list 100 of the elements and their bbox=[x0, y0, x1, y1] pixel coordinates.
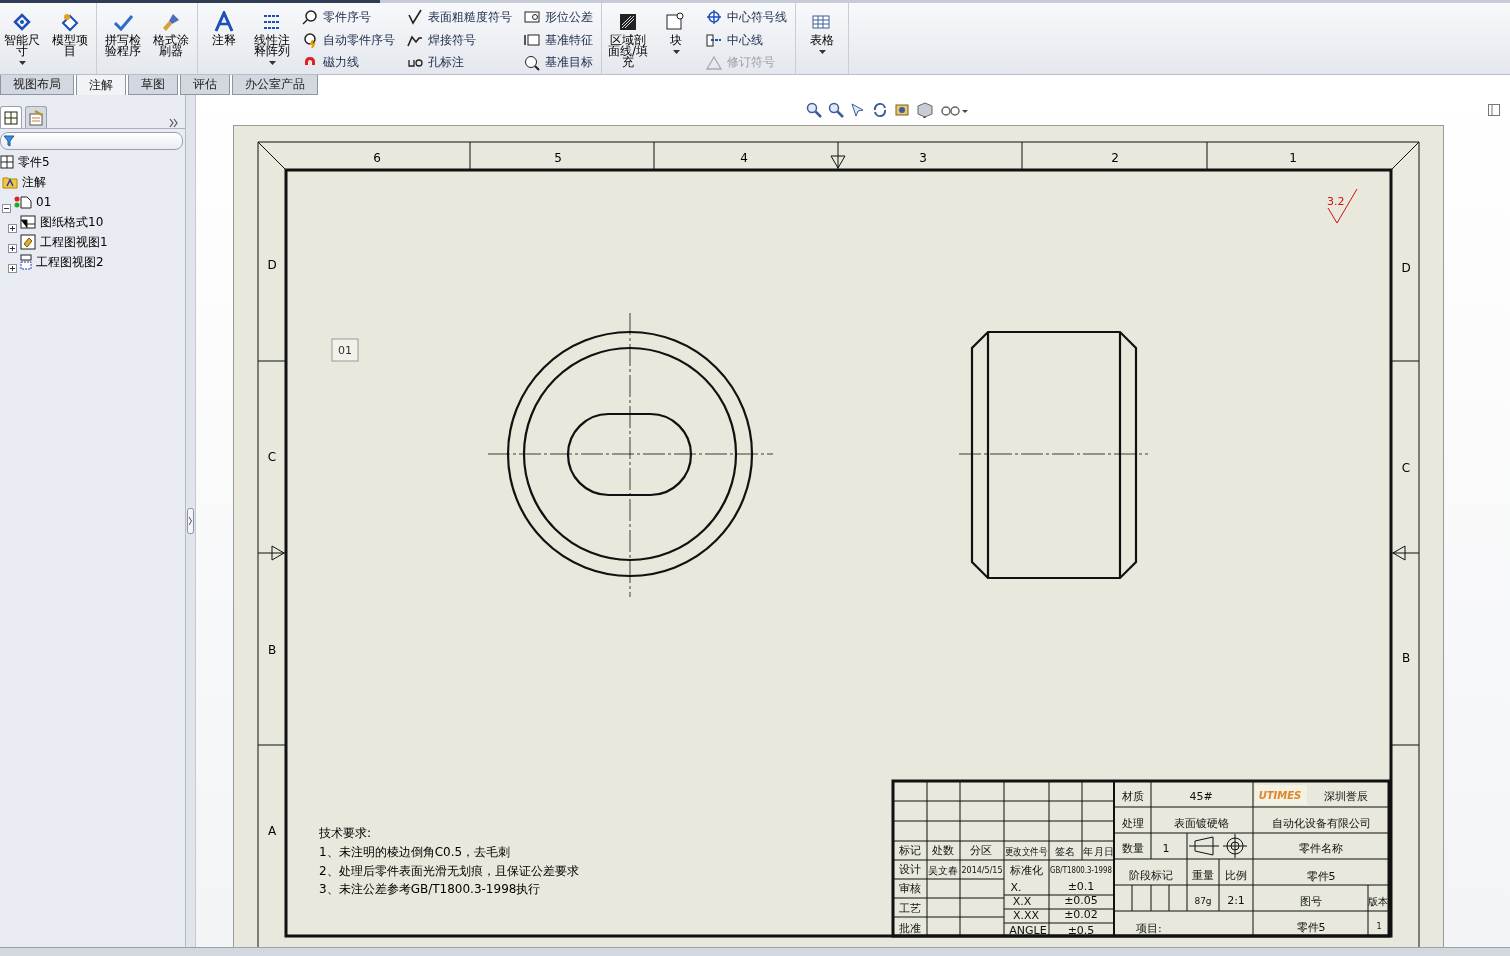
zoom-icon[interactable] bbox=[828, 102, 844, 118]
title-block-text: 设计 bbox=[899, 863, 921, 876]
ribbon-button[interactable]: 焊接符号 bbox=[403, 28, 516, 52]
title-block-text: 标记 bbox=[899, 844, 921, 857]
tree-item[interactable]: 工程图视图2 bbox=[20, 253, 104, 271]
title-block-text: ±0.1 bbox=[1067, 880, 1095, 893]
crosshair-icon[interactable] bbox=[706, 9, 722, 26]
properties-tab[interactable] bbox=[25, 106, 47, 128]
tree-item[interactable]: 01 bbox=[14, 195, 52, 209]
ribbon-button[interactable]: 自动零件序号 bbox=[298, 28, 399, 52]
expand-icon[interactable] bbox=[8, 243, 17, 253]
view-icon bbox=[20, 234, 36, 250]
zone-letter: B bbox=[267, 643, 277, 657]
roughness-icon[interactable] bbox=[407, 9, 423, 26]
zone-letter: D bbox=[267, 258, 277, 272]
title-block-text: X.XX bbox=[1012, 909, 1040, 922]
display-icon[interactable] bbox=[894, 102, 910, 118]
centerline-icon[interactable] bbox=[706, 32, 722, 48]
zone-letter: C bbox=[267, 450, 277, 464]
title-block-text: X. bbox=[1010, 881, 1022, 894]
refresh-icon[interactable] bbox=[872, 102, 888, 118]
caret-icon[interactable] bbox=[18, 61, 26, 65]
ribbon-button[interactable]: 格式涂刷器 bbox=[149, 3, 193, 74]
ribbon-tab[interactable]: 注解 bbox=[76, 75, 126, 95]
ribbon-button[interactable]: 表格 bbox=[800, 3, 844, 74]
title-block-text: 版本 bbox=[1368, 896, 1388, 907]
note-line: 1、未注明的棱边倒角C0.5，去毛刺 bbox=[319, 845, 511, 859]
view-icon bbox=[20, 254, 32, 270]
chevron-icon[interactable] bbox=[169, 118, 179, 128]
part-balloon: 01 bbox=[331, 338, 359, 362]
caret-icon[interactable] bbox=[818, 50, 826, 54]
datum-icon[interactable] bbox=[524, 32, 540, 48]
title-block-text: 标准化 bbox=[1009, 864, 1043, 877]
title-block-text: 重量 bbox=[1192, 869, 1214, 882]
expand-icon[interactable] bbox=[8, 223, 17, 233]
model-icon[interactable] bbox=[59, 11, 81, 33]
title-block-text: ±0.5 bbox=[1067, 924, 1095, 937]
note-line: 3、未注公差参考GB/T1800.3-1998执行 bbox=[319, 882, 541, 896]
ribbon-button[interactable]: 线性注释阵列 bbox=[250, 3, 294, 74]
brush-icon[interactable] bbox=[160, 11, 182, 33]
title-block-text: 材质 bbox=[1122, 790, 1144, 803]
ribbon-button[interactable]: 注释 bbox=[202, 3, 246, 74]
dimension-icon[interactable] bbox=[11, 11, 33, 33]
sheet-format-icon bbox=[20, 215, 36, 229]
ribbon-button[interactable]: 基准特征 bbox=[520, 28, 597, 52]
panel-toggle-icon[interactable] bbox=[1488, 104, 1500, 116]
ribbon-button[interactable]: 中心符号线 bbox=[702, 6, 791, 29]
ribbon-button[interactable]: 基准目标 bbox=[520, 51, 597, 74]
zone-number: 6 bbox=[373, 151, 381, 165]
ribbon-button[interactable]: 智能尺寸 bbox=[0, 3, 44, 74]
tree-item[interactable]: 图纸格式10 bbox=[20, 213, 104, 231]
ribbon-tab[interactable]: 办公室产品 bbox=[232, 75, 318, 95]
ribbon-button[interactable]: 中心线 bbox=[702, 28, 791, 52]
ribbon-tab[interactable]: 评估 bbox=[180, 75, 230, 95]
tree-item[interactable]: 工程图视图1 bbox=[20, 233, 108, 251]
title-block-text: 图号 bbox=[1300, 895, 1322, 908]
filter-field[interactable] bbox=[0, 132, 183, 150]
ribbon-button[interactable]: 零件序号 bbox=[298, 6, 399, 29]
title-block-text: 批准 bbox=[899, 922, 921, 935]
company-logo: UTIMES bbox=[1258, 790, 1302, 801]
zoom-icon[interactable] bbox=[806, 102, 822, 118]
ribbon-button[interactable]: 形位公差 bbox=[520, 6, 597, 29]
ribbon-button[interactable]: 块 bbox=[654, 3, 698, 74]
title-block-text: 处数 bbox=[932, 844, 954, 857]
tree-tab[interactable] bbox=[0, 106, 22, 128]
note-line: 2、处理后零件表面光滑无划痕，且保证公差要求 bbox=[319, 863, 579, 878]
ribbon-tab[interactable]: 草图 bbox=[128, 75, 178, 95]
title-block-text: 1 bbox=[1376, 922, 1382, 931]
expand-icon[interactable] bbox=[8, 263, 17, 273]
block-icon[interactable] bbox=[665, 11, 687, 33]
title-block-text: 自动化设备有限公司 bbox=[1271, 817, 1371, 830]
autoballoon-icon[interactable] bbox=[302, 32, 318, 48]
caret-icon[interactable] bbox=[672, 50, 680, 54]
filter-icon[interactable] bbox=[3, 135, 15, 147]
title-block-text: 签名 bbox=[1055, 846, 1075, 857]
title-block-text: 分区 bbox=[970, 844, 992, 857]
splitter-handle-icon[interactable] bbox=[187, 508, 194, 534]
caret-icon[interactable] bbox=[268, 61, 276, 65]
zone-letter: D bbox=[1401, 261, 1411, 275]
collapse-icon[interactable] bbox=[2, 203, 11, 213]
ribbon-button[interactable]: 孔标注 bbox=[403, 51, 516, 74]
title-block-text: X.X bbox=[1012, 895, 1032, 908]
ribbon-button[interactable]: 模型项目 bbox=[48, 3, 92, 74]
hatch-icon[interactable] bbox=[617, 11, 639, 33]
title-block-text: ANGLE bbox=[1009, 924, 1047, 937]
ribbon-button[interactable]: 磁力线 bbox=[298, 51, 399, 74]
pointer-icon[interactable] bbox=[850, 102, 866, 118]
ribbon-tab[interactable]: 视图布局 bbox=[0, 75, 74, 95]
ribbon-button[interactable]: 区域剖面线/填充 bbox=[606, 3, 650, 74]
zone-letter: B bbox=[1401, 651, 1411, 665]
tree-item[interactable]: 注解 bbox=[2, 173, 46, 191]
tree-item[interactable]: 零件5 bbox=[0, 153, 50, 171]
drawing-icon bbox=[0, 155, 14, 169]
title-block-text: 项目: bbox=[1136, 922, 1162, 935]
title-block-text: 数量 bbox=[1122, 842, 1144, 855]
ribbon-button[interactable]: 表面粗糙度符号 bbox=[403, 6, 516, 29]
ribbon-button[interactable]: 拼写检验程序 bbox=[101, 3, 145, 74]
title-block-text: 月 bbox=[1094, 846, 1104, 857]
title-block-text: 日 bbox=[1104, 846, 1114, 857]
zone-number: 3 bbox=[919, 151, 927, 165]
